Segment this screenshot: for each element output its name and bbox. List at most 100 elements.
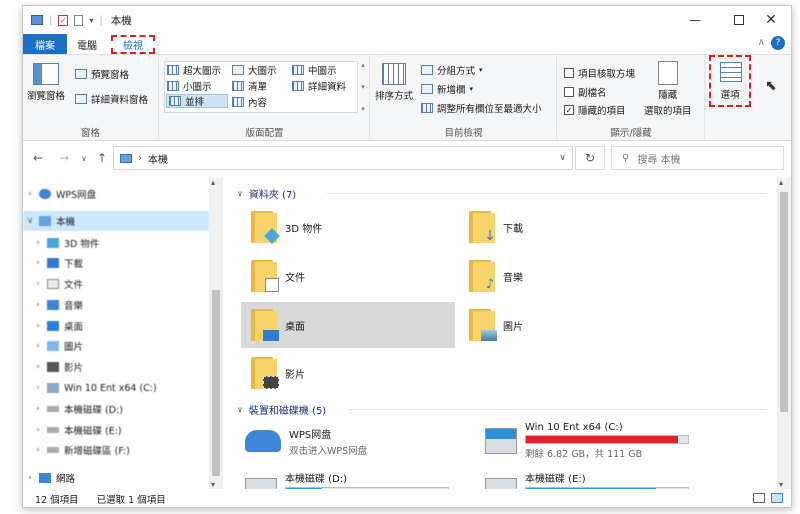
- search-input[interactable]: ⚲ 搜尋 本機: [611, 146, 784, 170]
- expand-icon[interactable]: ›: [31, 300, 45, 310]
- tab-file[interactable]: 檔案: [23, 34, 67, 54]
- folder-label: 音樂: [503, 272, 523, 284]
- breadcrumb[interactable]: 本機: [148, 151, 168, 166]
- scroll-up-icon[interactable]: ▴: [779, 178, 783, 187]
- expand-icon[interactable]: ›: [31, 258, 45, 268]
- nav-scroll-thumb[interactable]: [212, 290, 220, 476]
- nav-item-drive-d[interactable]: › 本機磁碟 (D:): [23, 399, 209, 419]
- drive-c[interactable]: Win 10 Ent x64 (C:) 剩餘 6.82 GB，共 111 GB: [485, 422, 689, 460]
- collapse-icon[interactable]: ∨: [23, 216, 37, 226]
- scroll-down-icon[interactable]: ▾: [211, 480, 215, 489]
- nav-item-documents[interactable]: › 文件: [23, 274, 209, 294]
- scroll-down-icon[interactable]: ▾: [779, 480, 783, 489]
- devices-section-header[interactable]: ∨ 裝置和磁碟機 (5): [237, 402, 326, 417]
- folder-documents[interactable]: 文件: [241, 253, 455, 299]
- refresh-button[interactable]: ↻: [575, 146, 605, 170]
- wps-drive[interactable]: WPS网盘 双击进入WPS网盘: [245, 426, 367, 464]
- folder-videos[interactable]: 影片: [241, 350, 455, 396]
- drive-e[interactable]: 本機磁碟 (E:): [485, 470, 689, 489]
- content-scroll-thumb[interactable]: [780, 192, 788, 412]
- tab-computer[interactable]: 電腦: [67, 34, 107, 54]
- expand-icon[interactable]: ›: [31, 404, 45, 414]
- nav-item-network[interactable]: › 網路: [23, 468, 209, 488]
- nav-item-wps[interactable]: › WPS网盘: [23, 184, 209, 204]
- sort-by-button[interactable]: 排序方式: [375, 63, 413, 102]
- folders-section-header[interactable]: ∨ 資料夾 (7): [237, 186, 296, 201]
- layout-small[interactable]: 小圖示: [167, 79, 212, 93]
- properties-icon[interactable]: ✓: [58, 14, 69, 26]
- help-icon[interactable]: ?: [771, 36, 785, 50]
- up-icon[interactable]: ↑: [97, 151, 107, 165]
- address-bar[interactable]: › 本機 ∨: [113, 146, 573, 170]
- folder-pictures[interactable]: 圖片: [459, 302, 673, 348]
- group-by-button[interactable]: 分組方式 ▾: [421, 63, 483, 77]
- large-icons-view-icon[interactable]: [771, 493, 783, 503]
- close-button[interactable]: ✕: [749, 6, 791, 34]
- nav-scrollbar[interactable]: ▴ ▾: [209, 178, 223, 489]
- hidden-items-toggle[interactable]: ✓ 隱藏的項目: [564, 103, 626, 117]
- nav-item-desktop[interactable]: › 桌面: [23, 316, 209, 336]
- nav-item-3d[interactable]: › 3D 物件: [23, 233, 209, 253]
- content-scrollbar[interactable]: ▴ ▾: [777, 178, 791, 489]
- collapse-icon[interactable]: ∨: [237, 405, 243, 414]
- nav-pane-button[interactable]: 瀏覽窗格: [27, 63, 65, 102]
- nav-item-videos[interactable]: › 影片: [23, 357, 209, 377]
- nav-item-drive-e[interactable]: › 本機磁碟 (E:): [23, 420, 209, 440]
- expand-icon[interactable]: ▾: [361, 105, 365, 113]
- expand-icon[interactable]: ›: [31, 383, 45, 393]
- nav-item-downloads[interactable]: › 下載: [23, 253, 209, 273]
- checkbox-unchecked[interactable]: [564, 68, 574, 78]
- expand-icon[interactable]: ›: [23, 189, 37, 199]
- layout-large[interactable]: 大圖示: [232, 63, 277, 77]
- collapse-icon[interactable]: ∨: [237, 189, 243, 198]
- details-pane-button[interactable]: 詳細資料窗格: [75, 92, 148, 106]
- layout-gallery-scroll[interactable]: ▴ ▾ ▾: [358, 61, 368, 113]
- details-view-icon[interactable]: [753, 493, 765, 503]
- minimize-button[interactable]: —: [673, 6, 717, 34]
- hide-selected-button[interactable]: 隱藏 選取的項目: [644, 61, 692, 117]
- preview-pane-button[interactable]: 預覽窗格: [75, 67, 129, 81]
- drive-d[interactable]: 本機磁碟 (D:): [245, 470, 449, 489]
- forward-icon[interactable]: →: [59, 151, 69, 165]
- folder-3d-objects[interactable]: 3D 物件: [241, 204, 455, 250]
- size-all-columns-button[interactable]: 調整所有欄位至最適大小: [421, 101, 542, 115]
- layout-tiles[interactable]: 並排: [166, 94, 228, 108]
- folder-music[interactable]: ♪ 音樂: [459, 253, 673, 299]
- nav-item-music[interactable]: › 音樂: [23, 295, 209, 315]
- checkbox-checked[interactable]: ✓: [564, 105, 574, 115]
- nav-item-drive-c[interactable]: › Win 10 Ent x64 (C:): [23, 378, 209, 398]
- expand-icon[interactable]: ›: [23, 473, 37, 483]
- nav-item-this-pc[interactable]: ∨ 本機: [23, 211, 209, 231]
- address-dropdown-icon[interactable]: ∨: [559, 153, 566, 163]
- add-columns-button[interactable]: 新增欄 ▾: [421, 82, 473, 96]
- scroll-down-icon[interactable]: ▾: [361, 83, 365, 91]
- new-folder-icon[interactable]: [74, 14, 84, 26]
- layout-medium[interactable]: 中圖示: [292, 63, 337, 77]
- checkbox-unchecked[interactable]: [564, 87, 574, 97]
- item-checkboxes-toggle[interactable]: 項目核取方塊: [564, 66, 635, 80]
- recent-locations-icon[interactable]: ∨: [81, 154, 87, 163]
- nav-item-drive-f[interactable]: › 新增磁碟區 (F:): [23, 440, 209, 460]
- expand-icon[interactable]: ›: [31, 425, 45, 435]
- back-icon[interactable]: ←: [33, 151, 43, 165]
- scroll-up-icon[interactable]: ▴: [211, 178, 215, 187]
- layout-details[interactable]: 詳細資料: [292, 79, 346, 93]
- expand-icon[interactable]: ›: [31, 445, 45, 455]
- layout-list[interactable]: 清單: [232, 79, 267, 93]
- options-button[interactable]: 選項: [709, 55, 751, 107]
- layout-extra-large[interactable]: 超大圖示: [167, 63, 221, 77]
- scroll-up-icon[interactable]: ▴: [361, 61, 365, 69]
- tab-view[interactable]: 檢視: [111, 35, 155, 54]
- file-extensions-toggle[interactable]: 副檔名: [564, 85, 607, 99]
- layout-content[interactable]: 內容: [232, 95, 267, 109]
- expand-icon[interactable]: ›: [31, 238, 45, 248]
- nav-item-pictures[interactable]: › 圖片: [23, 336, 209, 356]
- expand-icon[interactable]: ›: [31, 362, 45, 372]
- expand-icon[interactable]: ›: [31, 341, 45, 351]
- expand-icon[interactable]: ›: [31, 279, 45, 289]
- folder-downloads[interactable]: ↓ 下載: [459, 204, 673, 250]
- collapse-ribbon-icon[interactable]: ∧: [758, 37, 765, 48]
- folder-desktop[interactable]: 桌面: [241, 302, 455, 348]
- customize-qa-icon[interactable]: ▾: [89, 16, 93, 25]
- expand-icon[interactable]: ›: [31, 321, 45, 331]
